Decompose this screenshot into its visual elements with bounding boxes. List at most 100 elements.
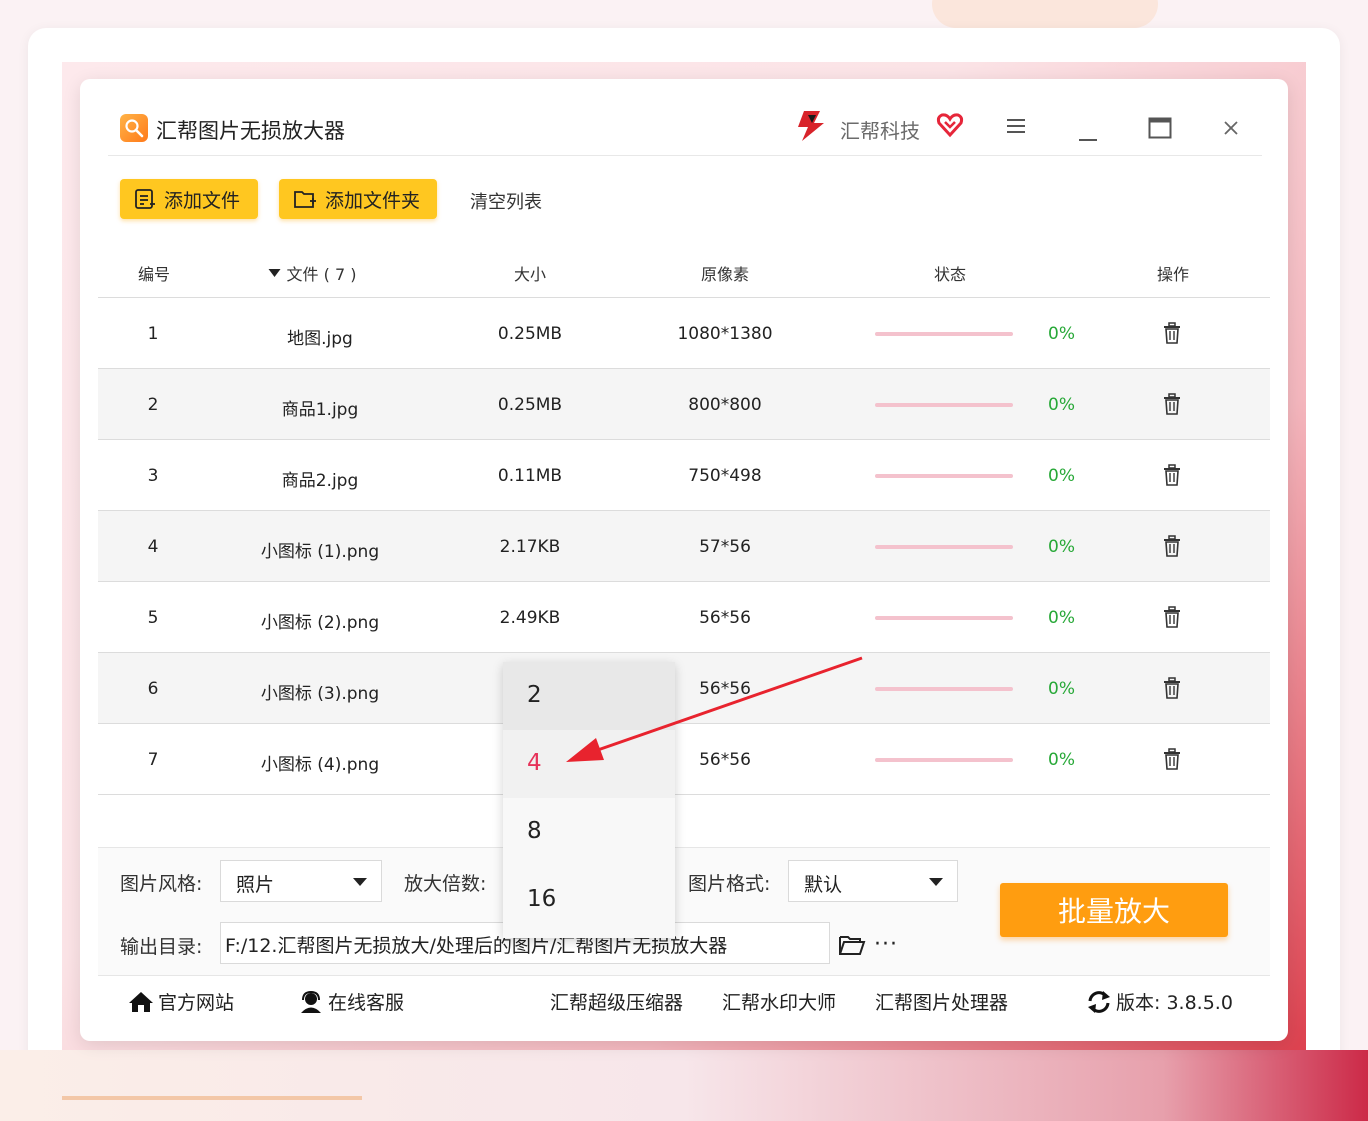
heart-vip-icon[interactable]	[936, 111, 964, 143]
online-support-link[interactable]: 在线客服	[298, 988, 404, 1015]
trash-icon[interactable]	[1161, 677, 1183, 703]
row-size: 2.49KB	[499, 608, 561, 628]
row-filename: 小图标 (1).png	[260, 542, 380, 562]
table-row[interactable]: 7 小图标 (4).png 56*56 0%	[98, 724, 1270, 795]
progress-bar	[875, 332, 1013, 336]
watermark-link[interactable]: 汇帮水印大师	[722, 988, 836, 1015]
progress-percent: 0%	[1048, 608, 1075, 628]
caret-down-icon	[929, 878, 943, 886]
table-row[interactable]: 2 商品1.jpg 0.25MB 800*800 0%	[98, 369, 1270, 440]
row-id: 6	[147, 679, 159, 699]
app-logo-icon	[120, 114, 148, 142]
table-row[interactable]: 5 小图标 (2).png 2.49KB 56*56 0%	[98, 582, 1270, 653]
format-select-value: 默认	[804, 874, 843, 896]
version-label: 版本: 3.8.5.0	[1116, 992, 1233, 1014]
progress-bar	[875, 687, 1013, 691]
clear-list-button[interactable]: 清空列表	[470, 188, 542, 214]
table-row[interactable]: 1 地图.jpg 0.25MB 1080*1380 0%	[98, 298, 1270, 369]
table-row[interactable]: 3 商品2.jpg 0.11MB 750*498 0%	[98, 440, 1270, 511]
scale-option-4[interactable]: 4	[503, 730, 675, 798]
row-id: 1	[147, 324, 159, 344]
file-list-icon	[135, 189, 155, 209]
row-id: 2	[147, 395, 159, 415]
progress-bar	[875, 758, 1013, 762]
format-label: 图片格式:	[688, 873, 771, 895]
row-id: 4	[147, 537, 159, 557]
official-site-label: 官方网站	[158, 992, 235, 1014]
col-header-size[interactable]: 大小	[514, 261, 546, 285]
add-file-button[interactable]: 添加文件	[120, 179, 258, 219]
col-header-file[interactable]: 文件 ( 7 )	[268, 261, 357, 285]
close-icon[interactable]	[1222, 119, 1240, 141]
progress-bar	[875, 616, 1013, 620]
col-header-file-label: 文件 ( 7 )	[286, 265, 357, 284]
col-header-status: 状态	[933, 265, 967, 284]
file-table: 1 地图.jpg 0.25MB 1080*1380 0% 2 商品1.jpg 0…	[98, 298, 1270, 795]
menu-icon[interactable]	[1006, 117, 1026, 139]
row-id: 3	[147, 466, 159, 486]
progress-bar	[875, 545, 1013, 549]
progress-percent: 0%	[1048, 750, 1075, 770]
col-header-id[interactable]: 编号	[138, 261, 170, 285]
caret-down-icon	[353, 878, 367, 886]
output-label: 输出目录:	[120, 936, 203, 958]
table-row[interactable]: 4 小图标 (1).png 2.17KB 57*56 0%	[98, 511, 1270, 582]
progress-percent: 0%	[1048, 679, 1075, 699]
col-header-action: 操作	[1156, 265, 1190, 284]
style-select[interactable]: 照片	[220, 860, 382, 902]
app-window: 汇帮图片无损放大器 汇帮科技 添加文件 添加文件夹 清空列表 编号 文件 (7…	[80, 79, 1288, 1041]
app-title: 汇帮图片无损放大器	[156, 119, 345, 143]
row-filename: 小图标 (4).png	[260, 755, 380, 775]
progress-percent: 0%	[1048, 537, 1075, 557]
progress-percent: 0%	[1048, 466, 1075, 486]
progress-percent: 0%	[1048, 324, 1075, 344]
batch-upscale-button[interactable]: 批量放大	[1000, 883, 1228, 937]
brand-logo-icon	[794, 109, 828, 147]
trash-icon[interactable]	[1161, 535, 1183, 561]
row-pixels: 56*56	[699, 750, 751, 770]
customer-service-icon	[301, 990, 321, 1013]
official-site-link[interactable]: 官方网站	[128, 988, 234, 1015]
format-select[interactable]: 默认	[788, 860, 958, 902]
trash-icon[interactable]	[1161, 322, 1183, 348]
add-folder-button[interactable]: 添加文件夹	[279, 179, 437, 219]
col-header-pixels[interactable]: 原像素	[701, 261, 749, 285]
row-size: 2.17KB	[499, 537, 561, 557]
image-processor-link[interactable]: 汇帮图片处理器	[875, 988, 1008, 1015]
folder-open-icon[interactable]	[838, 934, 866, 960]
title-divider	[108, 155, 1262, 156]
version-info[interactable]: 版本: 3.8.5.0	[1086, 988, 1233, 1015]
scale-option-16[interactable]: 16	[503, 866, 675, 934]
more-options-icon[interactable]: ···	[874, 932, 898, 957]
add-file-label: 添加文件	[164, 189, 241, 212]
table-header: 编号 文件 ( 7 ) 大小 原像素 状态 操作	[98, 247, 1270, 298]
title-bar: 汇帮图片无损放大器 汇帮科技	[80, 79, 1288, 157]
progress-bar	[875, 474, 1013, 478]
trash-icon[interactable]	[1161, 464, 1183, 490]
table-row[interactable]: 6 小图标 (3).png 56*56 0%	[98, 653, 1270, 724]
trash-icon[interactable]	[1161, 606, 1183, 632]
trash-icon[interactable]	[1161, 393, 1183, 419]
scale-dropdown-menu: 2 4 8 16	[503, 662, 675, 938]
row-pixels: 800*800	[688, 395, 762, 415]
row-pixels: 57*56	[699, 537, 751, 557]
row-id: 7	[147, 750, 159, 770]
add-folder-label: 添加文件夹	[325, 189, 421, 212]
online-support-label: 在线客服	[328, 992, 405, 1014]
row-id: 5	[147, 608, 159, 628]
row-size: 0.25MB	[497, 324, 563, 344]
minimize-icon[interactable]	[1078, 127, 1098, 146]
trash-icon[interactable]	[1161, 748, 1183, 774]
footer-bar: 官方网站 在线客服 汇帮超级压缩器 汇帮水印大师 汇帮图片处理器 版本: 3.8…	[98, 975, 1270, 1027]
row-size: 0.25MB	[497, 395, 563, 415]
folder-plus-icon	[294, 191, 316, 208]
scale-option-8[interactable]: 8	[503, 798, 675, 866]
maximize-icon[interactable]	[1148, 117, 1172, 143]
background-stripe	[0, 1050, 1368, 1121]
scale-option-2[interactable]: 2	[503, 662, 675, 730]
refresh-icon	[1088, 990, 1110, 1013]
compressor-link[interactable]: 汇帮超级压缩器	[550, 988, 683, 1015]
row-filename: 商品2.jpg	[281, 471, 359, 491]
sort-down-icon	[268, 269, 281, 277]
row-filename: 小图标 (3).png	[260, 684, 380, 704]
